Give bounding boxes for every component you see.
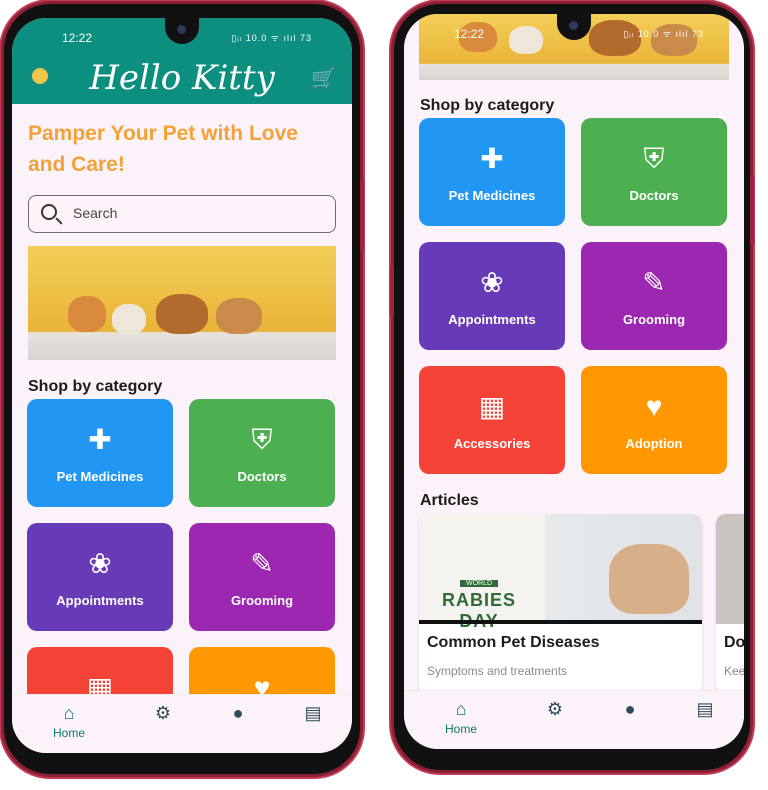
home-icon: ⌂ bbox=[455, 699, 467, 719]
kitten-image bbox=[68, 296, 106, 332]
nav-home-label: Home bbox=[444, 722, 477, 736]
articles-title: Articles bbox=[420, 492, 479, 509]
nav-profile[interactable]: ● bbox=[605, 699, 655, 720]
category-appointments[interactable]: ❀ Appointments bbox=[27, 523, 173, 631]
category-grooming[interactable]: ✎ Grooming bbox=[189, 523, 335, 631]
article-image bbox=[716, 514, 744, 624]
category-accessories[interactable]: ▦ Accessories bbox=[419, 366, 565, 474]
nav-settings[interactable]: ⚙ bbox=[530, 699, 580, 720]
article-subtitle: Symptoms and treatments bbox=[427, 664, 568, 678]
puppy-image bbox=[156, 294, 208, 334]
article-title: Do bbox=[724, 634, 744, 651]
gear-icon: ⚙ bbox=[546, 699, 564, 719]
image-bottom-bar bbox=[419, 620, 702, 624]
category-pet-medicines[interactable]: ✚ Pet Medicines bbox=[419, 118, 565, 226]
search-placeholder: Search bbox=[73, 205, 118, 221]
status-icons: ▯ᵢₗ 10.0 ᯤ ılıl 73 bbox=[623, 27, 704, 40]
cart-icon[interactable]: 🛒 bbox=[311, 66, 336, 91]
brush-icon: ✎ bbox=[250, 548, 274, 579]
status-signal-icons: ▯ᵢₗ 10.0 ᯤ ılıl bbox=[623, 29, 689, 39]
kitten-image bbox=[112, 304, 146, 334]
search-field[interactable]: Search bbox=[28, 195, 336, 233]
category-appointments[interactable]: ❀ Appointments bbox=[419, 242, 565, 350]
article-title: Common Pet Diseases bbox=[427, 634, 600, 651]
right-power-button bbox=[750, 175, 754, 245]
category-pet-medicines[interactable]: ✚ Pet Medicines bbox=[27, 399, 173, 507]
nav-home[interactable]: ⌂ Home bbox=[436, 699, 486, 736]
store-icon: ▦ bbox=[478, 391, 506, 422]
article-card[interactable]: WORLD RABIES DAY Common Pet Diseases Sym… bbox=[419, 514, 702, 694]
shop-by-category-title: Shop by category bbox=[28, 378, 163, 395]
headline: Pamper Your Pet with Love and Care! bbox=[28, 122, 298, 176]
dog-photo bbox=[609, 544, 689, 614]
left-screen: Hello Kitty 🛒 12:22 ▯ᵢₗ 10.0 ᯤ ılıl 73 P… bbox=[12, 18, 352, 753]
article-card[interactable]: Do Kee bbox=[716, 514, 744, 694]
right-screen: 12:22 ▯ᵢₗ 10.0 ᯤ ılıl 73 Shop by categor… bbox=[404, 14, 744, 749]
shop-by-category-title: Shop by category bbox=[420, 97, 555, 114]
status-time: 12:22 bbox=[454, 27, 485, 41]
medical-kit-icon: ✚ bbox=[88, 424, 112, 455]
category-adoption[interactable]: ♥ Adoption bbox=[581, 366, 727, 474]
status-time: 12:22 bbox=[62, 31, 93, 45]
battery-level: 73 bbox=[299, 33, 312, 43]
nav-profile[interactable]: ● bbox=[213, 703, 263, 724]
medical-kit-icon: ✚ bbox=[480, 143, 504, 174]
app-title: Hello Kitty bbox=[89, 58, 275, 98]
shield-plus-icon: ⛨ bbox=[251, 424, 273, 455]
bottom-nav: ⌂ Home ⚙ ● ▤ bbox=[404, 690, 744, 749]
paw-icon: ❀ bbox=[88, 548, 112, 579]
nav-home-label: Home bbox=[52, 726, 85, 740]
badge-top-text: WORLD bbox=[459, 580, 499, 587]
battery-level: 73 bbox=[691, 29, 704, 39]
article-image: WORLD RABIES DAY bbox=[419, 514, 702, 631]
home-icon: ⌂ bbox=[63, 703, 75, 723]
badge-main-text: RABIES DAY bbox=[441, 590, 516, 631]
chat-icon: ▤ bbox=[304, 703, 322, 723]
status-icons: ▯ᵢₗ 10.0 ᯤ ılıl 73 bbox=[231, 31, 312, 44]
heart-icon: ♥ bbox=[645, 391, 663, 422]
pets-banner bbox=[28, 246, 336, 360]
category-doctors[interactable]: ⛨ Doctors bbox=[189, 399, 335, 507]
bottom-nav: ⌂ Home ⚙ ● ▤ bbox=[12, 694, 352, 753]
nav-home[interactable]: ⌂ Home bbox=[44, 703, 94, 740]
shield-plus-icon: ⛨ bbox=[643, 143, 665, 174]
puppy-image bbox=[216, 298, 262, 334]
category-grooming[interactable]: ✎ Grooming bbox=[581, 242, 727, 350]
person-icon: ● bbox=[232, 703, 244, 723]
search-icon bbox=[41, 204, 57, 220]
nav-messages[interactable]: ▤ bbox=[288, 703, 338, 724]
person-icon: ● bbox=[624, 699, 636, 719]
paw-icon: ❀ bbox=[480, 267, 504, 298]
brush-icon: ✎ bbox=[642, 267, 666, 298]
category-doctors[interactable]: ⛨ Doctors bbox=[581, 118, 727, 226]
right-volume-button bbox=[390, 265, 394, 315]
left-power-button bbox=[360, 180, 364, 250]
nav-messages[interactable]: ▤ bbox=[680, 699, 730, 720]
nav-settings[interactable]: ⚙ bbox=[138, 703, 188, 724]
gear-icon: ⚙ bbox=[154, 703, 172, 723]
status-signal-icons: ▯ᵢₗ 10.0 ᯤ ılıl bbox=[231, 33, 297, 43]
article-subtitle: Kee bbox=[724, 664, 744, 678]
chat-icon: ▤ bbox=[696, 699, 714, 719]
